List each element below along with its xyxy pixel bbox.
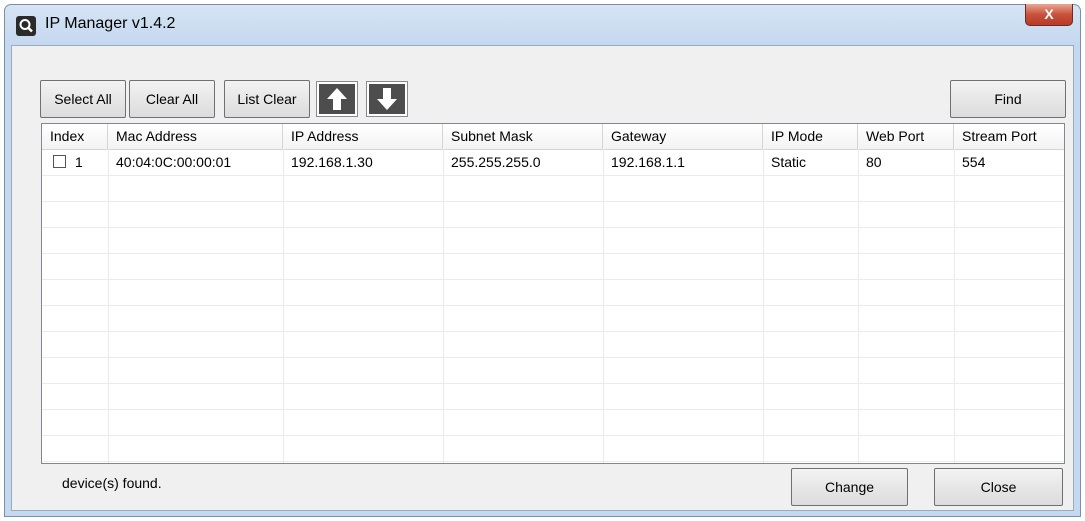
grid-line bbox=[443, 149, 444, 463]
list-clear-button[interactable]: List Clear bbox=[224, 80, 310, 118]
grid-line bbox=[42, 279, 1064, 280]
cell-gateway: 192.168.1.1 bbox=[611, 154, 685, 170]
row-checkbox[interactable] bbox=[53, 155, 66, 168]
column-header-ip-address[interactable]: IP Address bbox=[283, 124, 443, 149]
grid-line bbox=[283, 149, 284, 463]
cell-mac-address: 40:04:0C:00:00:01 bbox=[116, 154, 232, 170]
grid-line bbox=[858, 149, 859, 463]
arrow-up-icon bbox=[327, 88, 347, 110]
close-button[interactable]: Close bbox=[934, 468, 1063, 506]
grid-line bbox=[42, 383, 1064, 384]
cell-stream-port: 554 bbox=[962, 154, 986, 170]
client-area: Select All Clear All List Clear Find Ind… bbox=[11, 45, 1074, 511]
ip-manager-window: IP Manager v1.4.2 X Select All Clear All… bbox=[4, 4, 1081, 517]
grid-line bbox=[603, 149, 604, 463]
grid-line bbox=[763, 149, 764, 463]
cell-web-port: 80 bbox=[866, 154, 882, 170]
column-header-mac-address[interactable]: Mac Address bbox=[108, 124, 283, 149]
select-all-button[interactable]: Select All bbox=[40, 80, 126, 118]
grid-line bbox=[42, 435, 1064, 436]
grid-line bbox=[42, 409, 1064, 410]
column-header-stream-port[interactable]: Stream Port bbox=[954, 124, 1064, 149]
move-down-button[interactable] bbox=[366, 81, 408, 117]
column-header-web-port[interactable]: Web Port bbox=[858, 124, 954, 149]
grid-line bbox=[42, 227, 1064, 228]
grid-line bbox=[42, 461, 1064, 462]
grid-line bbox=[42, 201, 1064, 202]
cell-subnet-mask: 255.255.255.0 bbox=[451, 154, 541, 170]
grid-line bbox=[42, 305, 1064, 306]
grid-line bbox=[954, 149, 955, 463]
grid-line bbox=[42, 331, 1064, 332]
clear-all-button[interactable]: Clear All bbox=[129, 80, 215, 118]
grid-line bbox=[108, 149, 109, 463]
column-header-gateway[interactable]: Gateway bbox=[603, 124, 763, 149]
device-list[interactable]: Index Mac Address IP Address Subnet Mask… bbox=[41, 123, 1065, 464]
move-up-button[interactable] bbox=[316, 81, 358, 117]
cell-index: 1 bbox=[75, 154, 83, 170]
window-close-button[interactable]: X bbox=[1025, 4, 1073, 26]
search-magnifier-icon bbox=[16, 16, 36, 36]
find-button[interactable]: Find bbox=[950, 80, 1066, 118]
grid-line bbox=[42, 253, 1064, 254]
list-header: Index Mac Address IP Address Subnet Mask… bbox=[42, 124, 1064, 150]
title-bar[interactable]: IP Manager v1.4.2 X bbox=[5, 4, 1080, 45]
arrow-down-icon bbox=[377, 88, 397, 110]
column-header-ip-mode[interactable]: IP Mode bbox=[763, 124, 858, 149]
grid-line bbox=[42, 175, 1064, 176]
status-text: device(s) found. bbox=[62, 475, 162, 491]
cell-ip-address: 192.168.1.30 bbox=[291, 154, 373, 170]
column-header-subnet-mask[interactable]: Subnet Mask bbox=[443, 124, 603, 149]
column-header-index[interactable]: Index bbox=[42, 124, 108, 149]
change-button[interactable]: Change bbox=[791, 468, 908, 506]
cell-ip-mode: Static bbox=[771, 154, 807, 170]
window-title: IP Manager v1.4.2 bbox=[45, 15, 176, 32]
grid-line bbox=[42, 357, 1064, 358]
